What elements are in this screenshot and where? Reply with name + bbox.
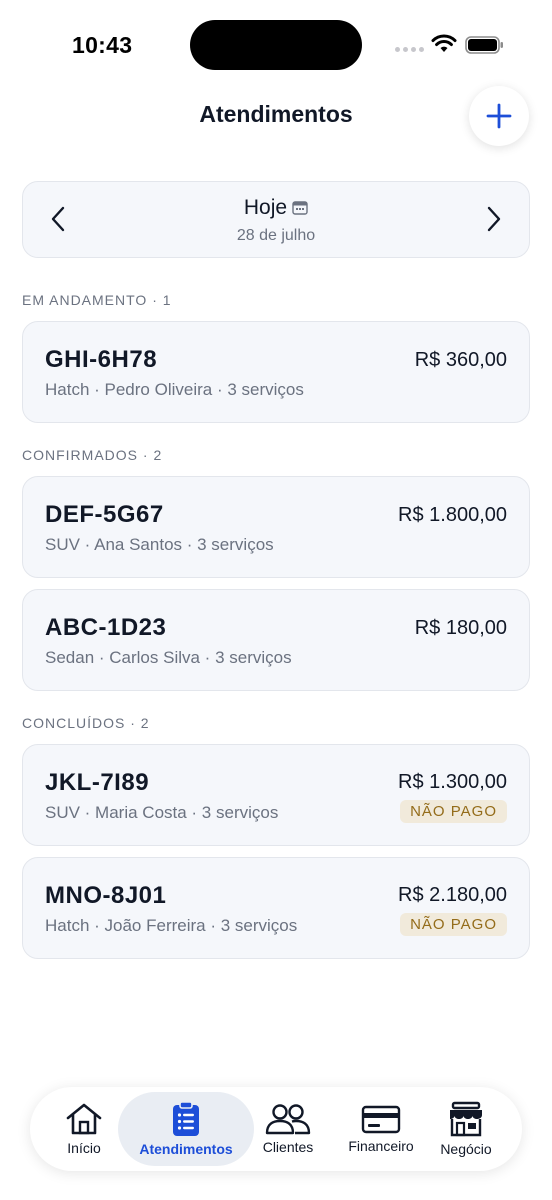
section-label-confirmed: CONFIRMADOS · 2	[22, 447, 163, 463]
appointment-card[interactable]: MNO-8J01 Hatch · João Ferreira · 3 servi…	[22, 857, 530, 959]
date-title: Hoje	[243, 196, 288, 219]
wifi-icon	[431, 34, 457, 52]
tab-bar: Início Atendimentos Clientes Financeiro …	[30, 1087, 522, 1171]
credit-card-icon	[361, 1105, 401, 1134]
appointment-card[interactable]: ABC-1D23 Sedan · Carlos Silva · 3 serviç…	[22, 589, 530, 691]
vehicle-plate: DEF-5G67	[45, 501, 164, 528]
payment-status-badge: NÃO PAGO	[400, 800, 507, 823]
status-bar: 10:43	[0, 0, 552, 90]
store-icon	[450, 1101, 482, 1137]
cellular-signal-icon	[395, 47, 424, 52]
tab-label: Atendimentos	[139, 1141, 233, 1157]
appointment-card[interactable]: GHI-6H78 Hatch · Pedro Oliveira · 3 serv…	[22, 321, 530, 423]
appointment-details: SUV · Ana Santos · 3 serviços	[45, 535, 274, 554]
appointment-details: Hatch · João Ferreira · 3 serviços	[45, 916, 298, 935]
appointment-price: R$ 1.300,00	[398, 771, 507, 793]
tab-clientes[interactable]: Clientes	[242, 1092, 334, 1166]
tab-label: Início	[67, 1140, 101, 1156]
appointment-price: R$ 180,00	[414, 617, 507, 639]
vehicle-plate: JKL-7I89	[45, 769, 150, 796]
appointment-details: Sedan · Carlos Silva · 3 serviços	[45, 648, 292, 667]
tab-inicio[interactable]: Início	[38, 1092, 130, 1166]
date-selector: Hoje 28 de julho	[22, 181, 530, 258]
date-subtitle: 28 de julho	[236, 227, 316, 244]
status-time: 10:43	[72, 32, 133, 58]
vehicle-plate: MNO-8J01	[45, 882, 167, 909]
tab-financeiro[interactable]: Financeiro	[334, 1092, 428, 1166]
appointment-card[interactable]: DEF-5G67 SUV · Ana Santos · 3 serviços R…	[22, 476, 530, 578]
tab-atendimentos[interactable]: Atendimentos	[118, 1092, 254, 1166]
vehicle-plate: GHI-6H78	[45, 346, 158, 373]
plus-icon	[486, 103, 512, 129]
tab-label: Negócio	[440, 1141, 492, 1157]
chevron-right-icon	[487, 206, 501, 232]
section-label-completed: CONCLUÍDOS · 2	[22, 715, 150, 731]
next-day-button[interactable]	[479, 204, 509, 234]
appointment-price: R$ 360,00	[414, 349, 507, 371]
date-display[interactable]: Hoje 28 de julho	[23, 196, 529, 245]
appointment-price: R$ 2.180,00	[398, 884, 507, 906]
appointment-price: R$ 1.800,00	[398, 504, 507, 526]
appointment-card[interactable]: JKL-7I89 SUV · Maria Costa · 3 serviços …	[22, 744, 530, 846]
section-label-in-progress: EM ANDAMENTO · 1	[22, 292, 172, 308]
appointment-details: Hatch · Pedro Oliveira · 3 serviços	[45, 380, 304, 399]
appointment-details: SUV · Maria Costa · 3 serviços	[45, 803, 279, 822]
tab-label: Financeiro	[348, 1138, 414, 1154]
clipboard-list-icon	[173, 1101, 199, 1136]
battery-icon	[465, 36, 503, 54]
payment-status-badge: NÃO PAGO	[400, 913, 507, 936]
add-appointment-button[interactable]	[469, 86, 529, 146]
vehicle-plate: ABC-1D23	[45, 614, 167, 641]
dynamic-island	[190, 20, 362, 70]
users-icon	[265, 1104, 311, 1135]
tab-negocio[interactable]: Negócio	[422, 1092, 510, 1166]
home-icon	[66, 1103, 102, 1135]
calendar-icon	[292, 201, 308, 215]
tab-label: Clientes	[262, 1139, 314, 1155]
